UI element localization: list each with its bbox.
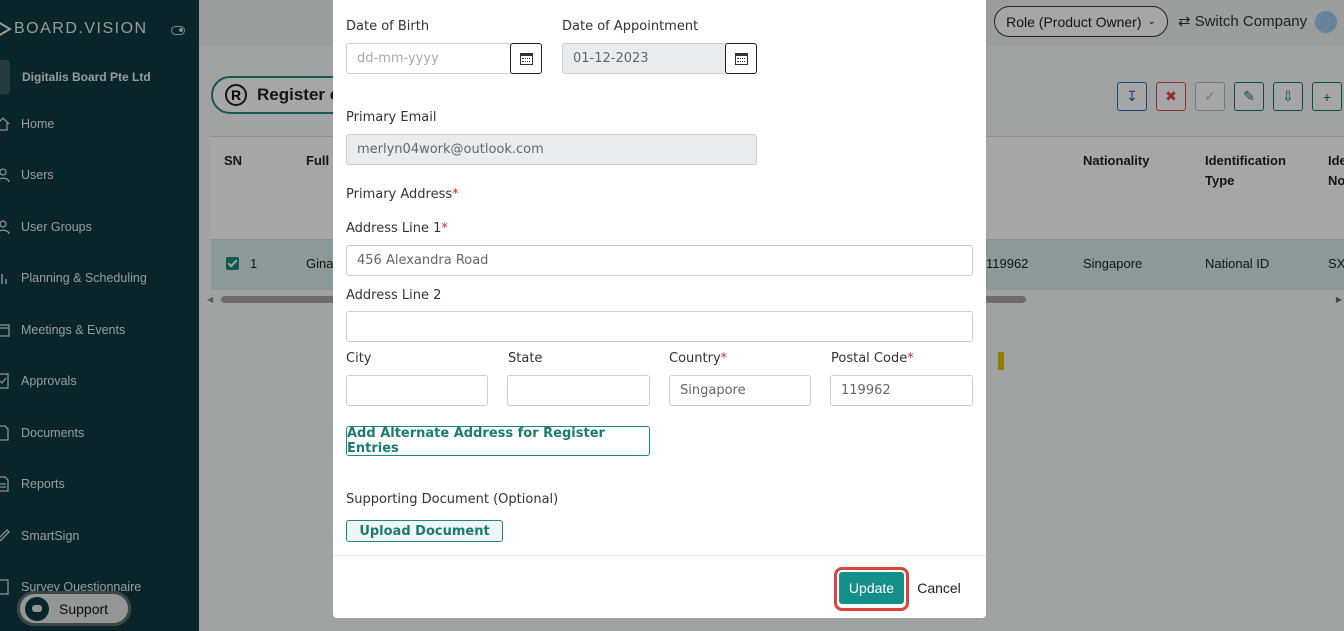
doa-field: 01-12-2023	[562, 43, 728, 74]
edit-register-modal: Date of Birth dd-mm-yyyy Date of Appoint…	[333, 0, 986, 618]
dob-field[interactable]: dd-mm-yyyy	[346, 43, 512, 74]
calendar-icon	[519, 52, 533, 65]
supporting-document-label: Supporting Document (Optional)	[346, 492, 559, 507]
doa-label: Date of Appointment	[562, 19, 699, 34]
address-line2-input[interactable]	[346, 311, 973, 342]
country-label: Country*	[669, 351, 728, 366]
state-input[interactable]	[507, 375, 650, 406]
primary-address-heading: Primary Address*	[346, 187, 459, 202]
city-label: City	[346, 351, 372, 366]
city-input[interactable]	[346, 375, 488, 406]
doa-calendar-button[interactable]	[725, 43, 757, 74]
country-select[interactable]: Singapore	[669, 375, 811, 406]
email-field: merlyn04work@outlook.com	[346, 134, 757, 165]
add-alternate-address-button[interactable]: Add Alternate Address for Register Entri…	[346, 426, 650, 456]
calendar-icon	[734, 52, 748, 65]
postal-code-label: Postal Code*	[831, 351, 914, 366]
modal-footer: Update Cancel	[333, 555, 986, 618]
cancel-button[interactable]: Cancel	[915, 572, 963, 604]
address-line1-input[interactable]: 456 Alexandra Road	[346, 245, 973, 276]
postal-code-input[interactable]: 119962	[830, 375, 973, 406]
email-label: Primary Email	[346, 110, 437, 125]
address-line2-label: Address Line 2	[346, 288, 442, 303]
state-label: State	[508, 351, 543, 366]
update-button[interactable]: Update	[839, 572, 904, 604]
dob-calendar-button[interactable]	[510, 43, 542, 74]
dob-label: Date of Birth	[346, 19, 430, 34]
address-line1-label: Address Line 1*	[346, 221, 448, 236]
upload-document-button[interactable]: Upload Document	[346, 520, 503, 542]
